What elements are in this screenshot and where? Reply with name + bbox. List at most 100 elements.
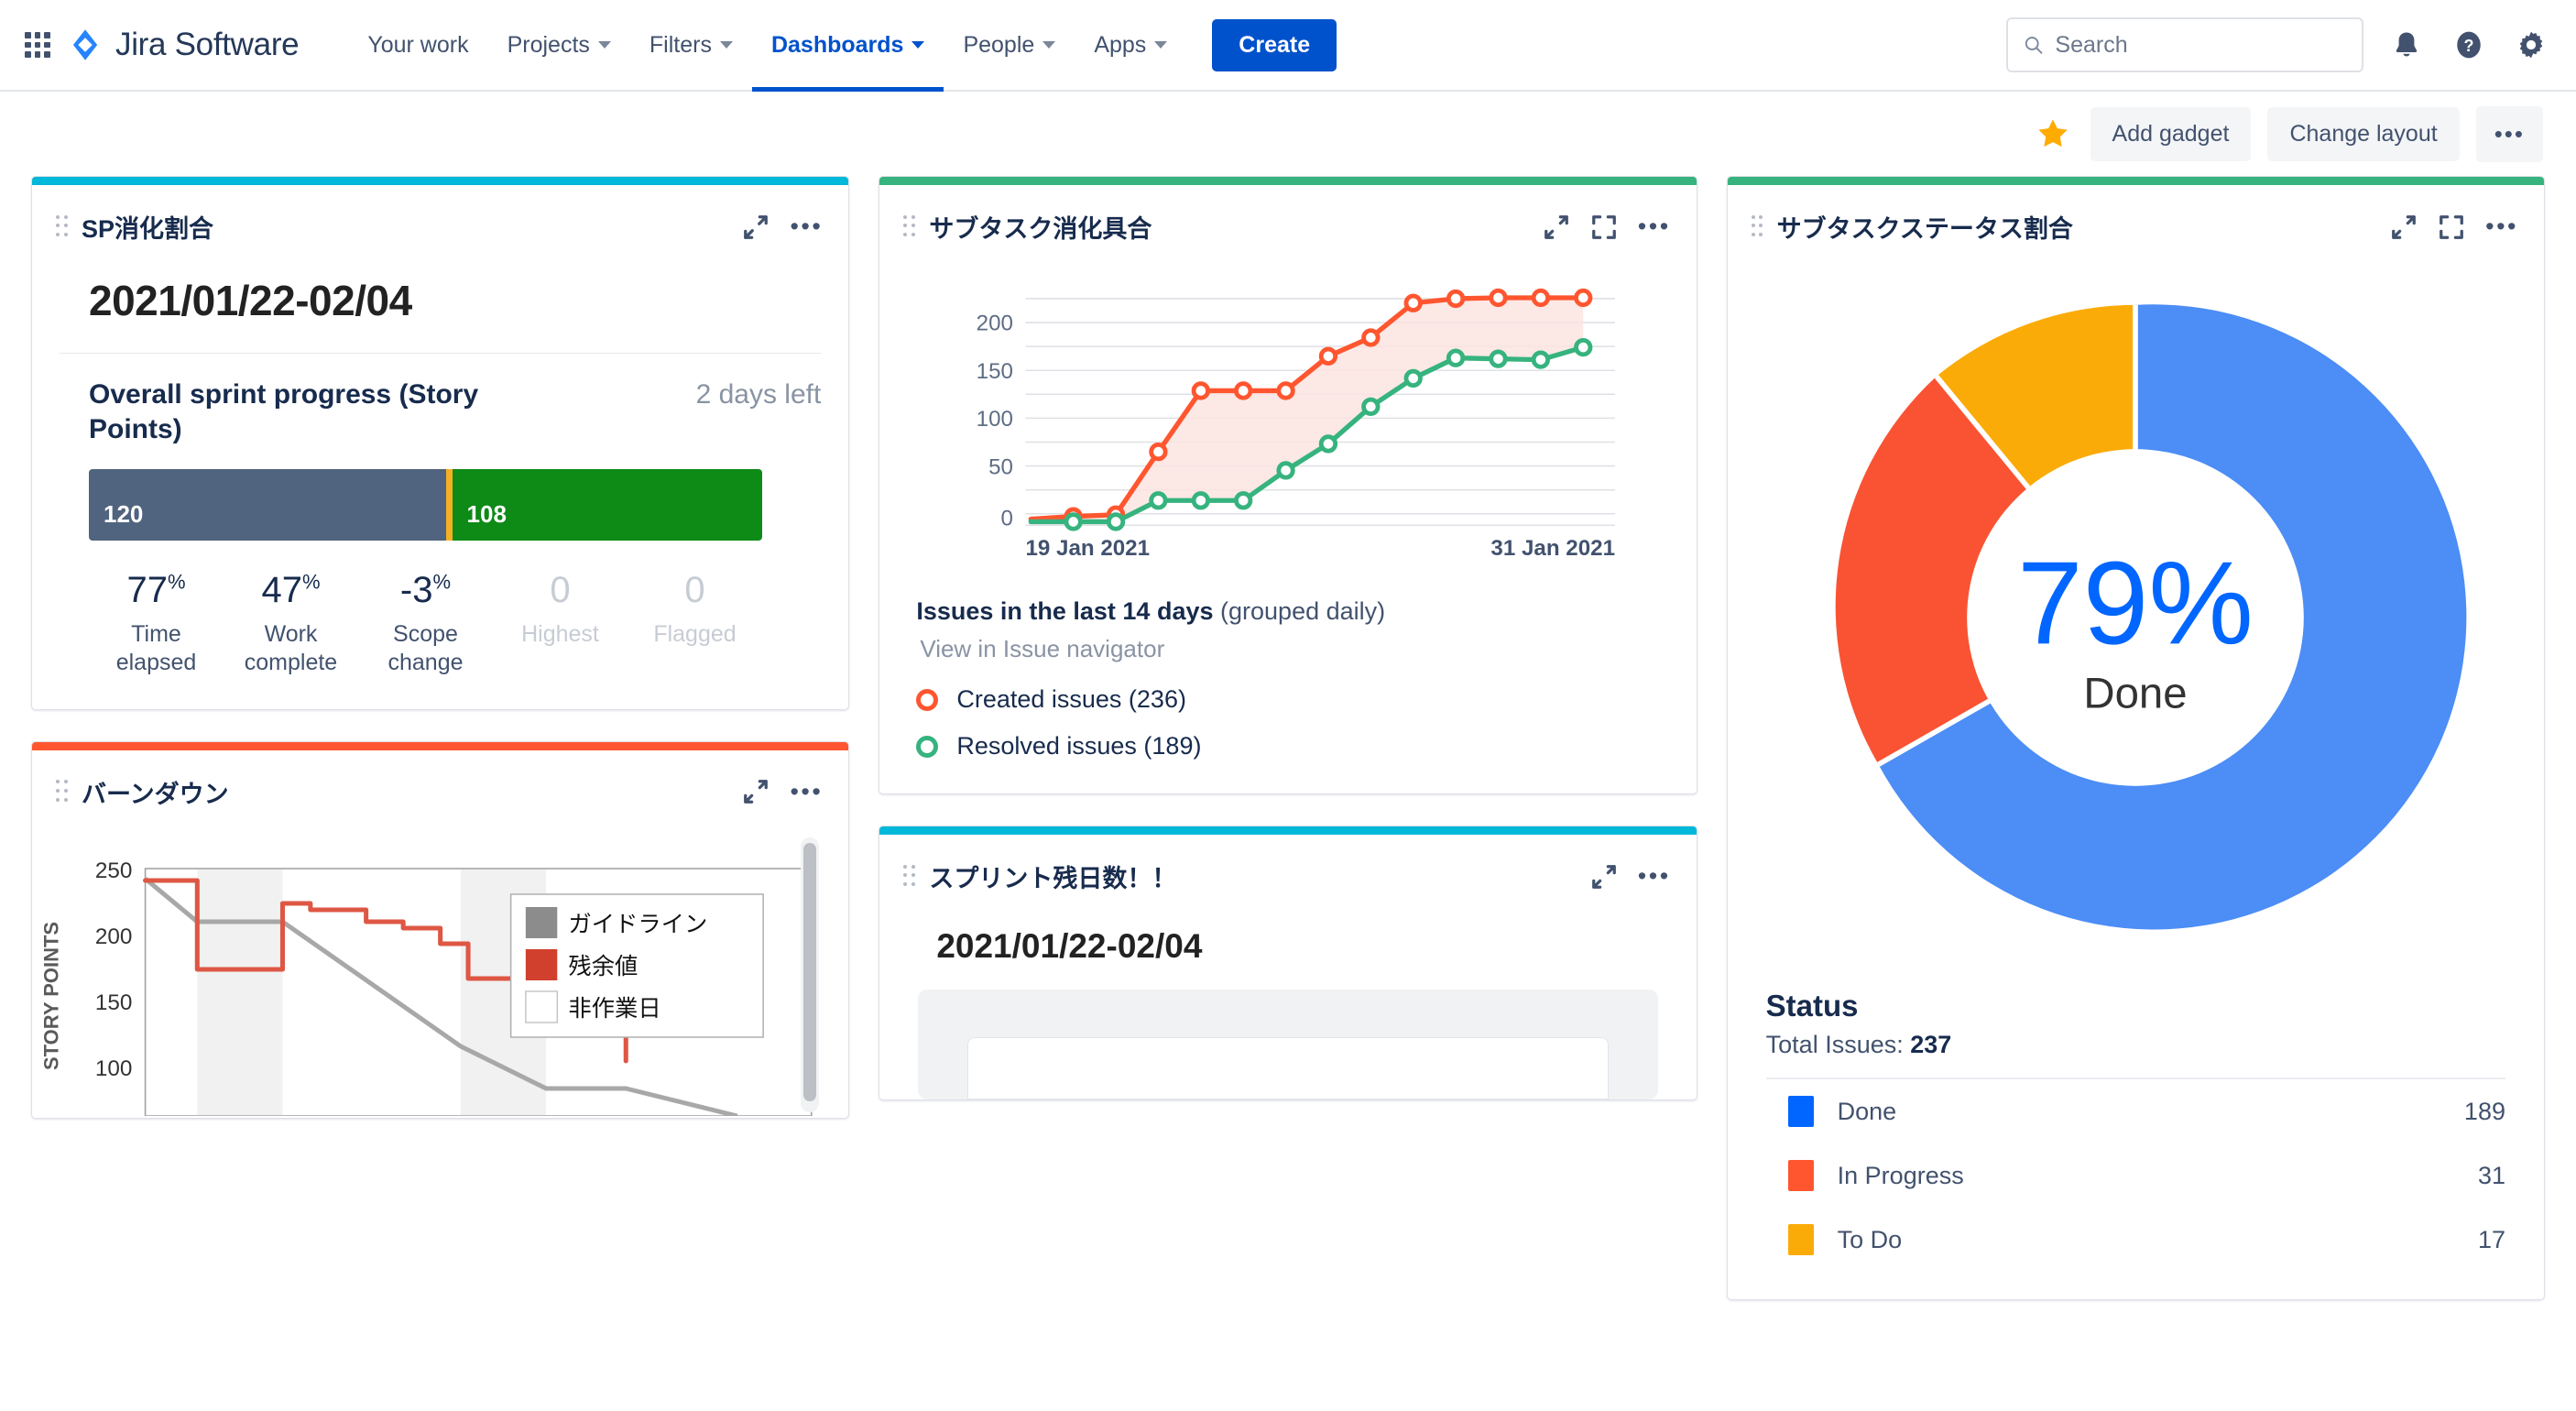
favorite-star-icon[interactable]: [2032, 113, 2074, 155]
gadget-burndown: バーンダウン ••• STORY POINTS 250 200 150 100 …: [31, 740, 850, 1119]
legend-item-resolved-issues[interactable]: Resolved issues (189): [916, 732, 1659, 760]
nav-item-dashboards[interactable]: Dashboards: [751, 0, 944, 92]
nav-item-apps[interactable]: Apps: [1075, 0, 1186, 90]
stat-scope-change: -3% Scope change: [358, 570, 493, 678]
chevron-down-icon: [1042, 41, 1056, 49]
days-left-label: 2 days left: [695, 379, 822, 410]
app-switcher-icon[interactable]: [16, 24, 59, 66]
settings-gear-icon[interactable]: [2512, 26, 2550, 64]
svg-text:100: 100: [95, 1056, 133, 1081]
nav-item-label: Your work: [367, 31, 469, 58]
dashboard-toolbar: Add gadget Change layout •••: [0, 92, 2576, 176]
add-gadget-button[interactable]: Add gadget: [2090, 106, 2252, 161]
nav-item-projects[interactable]: Projects: [488, 0, 630, 90]
sprint-progress-header-row: Overall sprint progress (Story Points) 2…: [89, 377, 821, 447]
gadget-header: スプリント残日数！！ •••: [879, 835, 1696, 900]
drag-handle-icon[interactable]: [903, 864, 916, 889]
fullscreen-icon[interactable]: [2438, 213, 2465, 241]
gadget-more-icon[interactable]: •••: [790, 779, 823, 804]
svg-text:250: 250: [95, 859, 133, 883]
gadget-more-icon[interactable]: •••: [1638, 214, 1671, 239]
search-input[interactable]: [2055, 31, 2347, 59]
jira-software-logo-link[interactable]: Jira Software: [68, 27, 300, 63]
search-icon: [2025, 37, 2043, 54]
fullscreen-icon[interactable]: [1590, 213, 1618, 241]
donut-chart-svg: 79% Done: [1836, 304, 2467, 930]
dashboard-more-options-button[interactable]: •••: [2475, 105, 2543, 162]
stat-label: Work complete: [244, 621, 338, 676]
dashboard-column-2: サブタスク消化具合 ••• 200 150 100 50 0 19 Jan 20…: [879, 176, 1697, 1100]
brand-name: Jira Software: [115, 27, 300, 62]
progress-segment-remaining: 108: [452, 469, 762, 541]
chart-legend: Created issues (236) Resolved issues (18…: [916, 685, 1659, 760]
collapse-icon[interactable]: [2390, 213, 2418, 241]
dashboard-column-1: SP消化割合 ••• 2021/01/22-02/04 Overall spri…: [31, 176, 850, 1119]
chart-footer-title-rest: (grouped daily): [1220, 597, 1386, 625]
stat-value: 0: [684, 570, 705, 611]
create-button[interactable]: Create: [1212, 18, 1337, 71]
drag-handle-icon[interactable]: [903, 214, 916, 239]
subtask-line-chart-area: 200 150 100 50 0 19 Jan 2021 31 Jan 2021: [879, 250, 1696, 585]
top-navigation-bar: Jira Software Your work Projects Filters…: [0, 0, 2576, 92]
nav-item-your-work[interactable]: Your work: [348, 0, 487, 90]
svg-text:19 Jan 2021: 19 Jan 2021: [1026, 536, 1151, 561]
stat-label: Scope change: [387, 621, 464, 676]
gadget-more-icon[interactable]: •••: [1638, 864, 1671, 889]
table-row[interactable]: To Do 17: [1766, 1208, 2505, 1272]
svg-text:150: 150: [977, 359, 1013, 384]
stat-value: 77: [126, 570, 168, 611]
gadget-title: サブタスクステータス割合: [1776, 215, 2073, 243]
gadget-actions: •••: [1590, 863, 1671, 891]
total-issues-row: Total Issues: 237: [1766, 1031, 2505, 1059]
stat-value: -3: [399, 570, 433, 611]
chart-footer-title-bold: Issues in the last 14 days: [916, 597, 1214, 625]
help-icon[interactable]: ?: [2450, 26, 2488, 64]
collapse-icon[interactable]: [1590, 863, 1618, 891]
sprint-stats-row: 77% Time elapsed 47% Work complete -3% S…: [89, 570, 762, 678]
gadget-title: サブタスク消化具合: [929, 215, 1152, 243]
change-layout-button[interactable]: Change layout: [2267, 106, 2460, 161]
gadget-more-icon[interactable]: •••: [2485, 214, 2518, 239]
legend-label: Created issues (236): [956, 685, 1186, 713]
drag-handle-icon[interactable]: [56, 780, 69, 804]
status-color-swatch: [1787, 1160, 1814, 1191]
table-row[interactable]: In Progress 31: [1766, 1143, 2505, 1208]
svg-text:0: 0: [1001, 506, 1013, 530]
drag-handle-icon[interactable]: [56, 214, 69, 239]
svg-text:STORY POINTS: STORY POINTS: [39, 922, 62, 1070]
status-name: To Do: [1837, 1225, 1903, 1253]
gadget-more-icon[interactable]: •••: [790, 214, 823, 239]
nav-item-label: Dashboards: [770, 31, 904, 58]
table-row[interactable]: Done 189: [1766, 1079, 2505, 1143]
legend-marker-icon: [916, 735, 939, 758]
stat-time-elapsed: 77% Time elapsed: [89, 570, 224, 678]
drag-handle-icon[interactable]: [1751, 214, 1764, 239]
svg-text:非作業日: 非作業日: [568, 996, 660, 1022]
burndown-scrollbar[interactable]: [801, 837, 820, 1112]
search-box[interactable]: [2006, 17, 2363, 72]
notifications-icon[interactable]: [2387, 26, 2426, 64]
gadget-accent-bar: [879, 826, 1697, 835]
legend-item-created-issues[interactable]: Created issues (236): [916, 685, 1659, 714]
nav-item-label: Projects: [507, 31, 590, 58]
sprint-days-inner-panel: [967, 1037, 1609, 1099]
status-count: 31: [2477, 1161, 2505, 1189]
gadget-actions: •••: [1543, 213, 1671, 241]
nav-item-people[interactable]: People: [944, 0, 1075, 90]
stat-unit: %: [432, 570, 452, 594]
gadget-title: SP消化割合: [82, 215, 214, 243]
view-in-issue-navigator-link[interactable]: View in Issue navigator: [916, 635, 1659, 663]
gadget-accent-bar: [1727, 177, 2544, 185]
stat-unit: %: [167, 570, 186, 594]
collapse-icon[interactable]: [1543, 213, 1570, 241]
stat-flagged: 0 Flagged: [628, 570, 762, 678]
status-section: Status Total Issues: 237 Done 189 In Pro…: [1728, 983, 2544, 1299]
stat-label: Highest: [521, 621, 599, 648]
jira-logo-icon: [72, 29, 98, 60]
nav-item-filters[interactable]: Filters: [630, 0, 752, 90]
collapse-icon[interactable]: [742, 213, 770, 241]
donut-center-value: 79%: [2017, 537, 2254, 669]
svg-text:残余値: 残余値: [568, 954, 638, 979]
collapse-icon[interactable]: [742, 778, 770, 805]
chevron-down-icon: [719, 41, 733, 49]
